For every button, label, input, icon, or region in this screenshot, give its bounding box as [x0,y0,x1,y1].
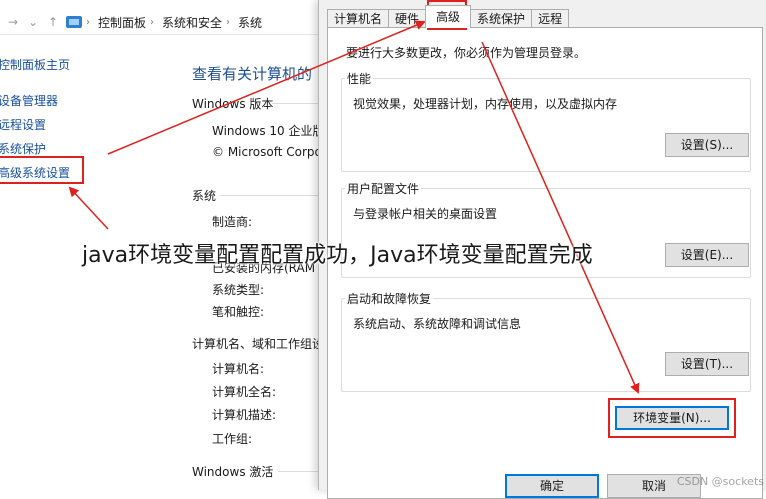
divider [220,195,322,196]
pen-touch-label: 笔和触控: [212,305,265,319]
ok-button[interactable]: 确定 [505,474,599,498]
breadcrumb-control-panel[interactable]: 控制面板 [98,14,146,31]
performance-description: 视觉效果，处理器计划，内存使用，以及虚拟内存 [353,97,618,111]
performance-settings-button[interactable]: 设置(S)... [665,133,749,157]
performance-group [341,78,751,172]
tab-computer-name[interactable]: 计算机名 [327,9,390,28]
watermark: CSDN @sockets [676,475,764,488]
full-computer-name-label: 计算机全名: [212,385,277,399]
tab-system-protection[interactable]: 系统保护 [470,9,533,28]
startup-recovery-title: 启动和故障恢复 [345,290,434,307]
chevron-right-icon: › [150,16,155,28]
startup-recovery-settings-button[interactable]: 设置(T)... [665,352,749,376]
user-profiles-settings-button[interactable]: 设置(E)... [665,243,749,267]
user-profiles-title: 用户配置文件 [345,180,422,197]
computer-name-label: 计算机名: [212,362,265,376]
user-profiles-description: 与登录帐户相关的桌面设置 [353,207,498,221]
startup-recovery-group [341,298,751,392]
computer-description-label: 计算机描述: [212,408,277,422]
computer-name-heading: 计算机名、域和工作组设 [192,337,325,351]
overlay-caption: java环境变量配置配置成功，Java环境变量配置完成 [82,243,593,268]
computer-icon [66,16,82,28]
windows-edition-value: Windows 10 企业版 [212,124,325,138]
divider [278,471,322,472]
tab-bar: 计算机名 硬件 高级 系统保护 远程 [327,5,570,28]
workgroup-label: 工作组: [212,432,253,446]
link-control-panel-home[interactable]: 控制面板主页 [0,56,70,73]
system-heading: 系统 [192,189,217,203]
chevron-right-icon: › [86,16,90,28]
back-arrow-icon[interactable]: → [6,15,20,29]
link-remote-settings[interactable]: 远程设置 [0,116,46,133]
breadcrumb-system-security[interactable]: 系统和安全 [162,14,222,31]
tab-advanced[interactable]: 高级 [425,5,472,28]
link-device-manager[interactable]: 设备管理器 [0,92,58,109]
windows-edition-heading: Windows 版本 [192,97,274,111]
highlight-environment-variables [608,398,736,438]
address-bar: → ⌄ ↑ › 控制面板 › 系统和安全 › 系统 [0,10,330,35]
system-type-label: 系统类型: [212,283,265,297]
divider [272,103,322,104]
breadcrumb-system[interactable]: 系统 [238,14,262,31]
up-arrow-icon[interactable]: ↑ [46,15,60,29]
chevron-down-icon[interactable]: ⌄ [26,15,40,29]
startup-recovery-description: 系统启动、系统故障和调试信息 [353,317,522,331]
highlight-advanced-system-settings [0,156,84,184]
link-system-protection[interactable]: 系统保护 [0,140,46,157]
performance-title: 性能 [345,70,374,87]
tab-hardware[interactable]: 硬件 [388,9,427,28]
manufacturer-label: 制造商: [212,215,253,229]
admin-notice: 要进行大多数更改，你必须作为管理员登录。 [346,46,587,60]
copyright-text: © Microsoft Corpo [212,145,322,159]
page-title: 查看有关计算机的 [192,65,313,83]
windows-activation-heading: Windows 激活 [192,465,274,479]
chevron-right-icon: › [226,16,231,28]
tab-remote[interactable]: 远程 [531,9,570,28]
